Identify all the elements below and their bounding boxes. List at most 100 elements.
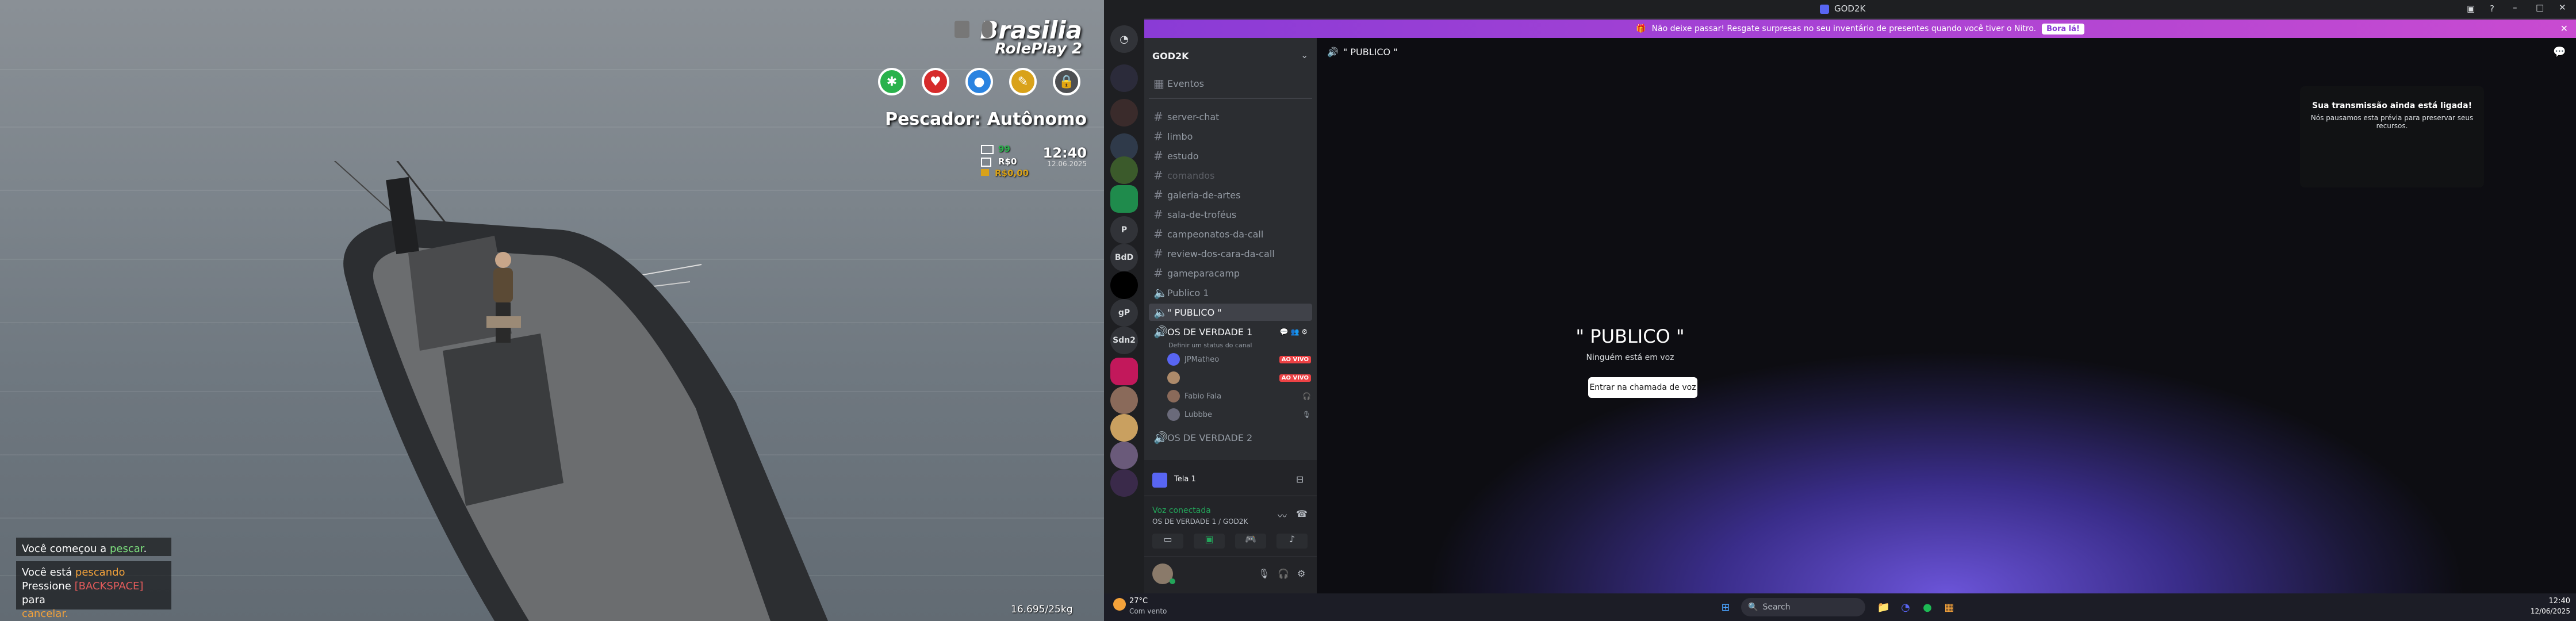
file-explorer-icon[interactable]: 📁 [1874,598,1893,616]
channel-estudo[interactable]: # estudo [1149,147,1312,164]
server-item[interactable]: P [1110,216,1138,244]
close-button[interactable]: ✕ [2559,2,2566,13]
voice-user[interactable]: Fabio Fala 🎧 [1167,388,1311,405]
join-voice-button[interactable]: Entrar na chamada de voz [1588,377,1697,398]
server-item[interactable]: gP [1110,299,1138,327]
server-item[interactable] [1110,442,1138,469]
clock-date[interactable]: 12/06/2025 [2524,607,2570,615]
server-item[interactable] [1110,99,1138,126]
voice-channel-publico[interactable]: 🔈 " PUBLICO " [1149,304,1312,321]
server-item[interactable]: Sdn2 [1110,327,1138,354]
speaker-icon: 🔊 [1153,431,1168,444]
channel-comandos[interactable]: # comandos [1149,167,1312,184]
settings-gear-icon[interactable]: ⚙ [1297,568,1305,579]
chat-text: Você começou a [22,543,110,555]
help-icon[interactable]: ? [2490,3,2494,14]
chat-highlight: pescar [109,543,144,555]
banner-button[interactable]: Bora lá! [2042,23,2084,34]
headphones-icon[interactable]: 🎧 [1278,568,1289,579]
server-item[interactable] [1110,386,1138,414]
divider [1149,98,1312,99]
server-folder[interactable] [1110,358,1138,385]
channel-gameparacamp[interactable]: # gameparacamp [1149,264,1312,282]
channel-campeonatos-da-call[interactable]: # campeonatos-da-call [1149,225,1312,243]
chat-text: cancelar. [22,608,68,620]
spotify-icon[interactable]: ● [1918,598,1937,616]
voice-channel-title: " PUBLICO " [1575,325,1685,347]
hashtag-icon: # [1153,266,1163,280]
channel-status-hint[interactable]: Definir um status do canal [1168,342,1252,349]
home-button[interactable]: ◔ [1110,25,1138,53]
speaker-icon: 🔊 [1153,325,1168,339]
camera-button[interactable]: ▭ [1152,534,1183,549]
channel-actions-icon[interactable]: 💬 👥 ⚙ [1280,328,1308,336]
voice-user[interactable]: JPMatheo AO VIVO [1167,351,1311,368]
voice-channel-publico-1[interactable]: 🔈 Publico 1 [1149,284,1312,301]
server-item[interactable] [1110,64,1138,92]
game-date: 12.06.2025 [1047,160,1087,168]
screen-share-icon [1152,473,1167,488]
disconnect-icon[interactable]: ☎ [1296,508,1308,519]
voice-user[interactable]: AO VIVO [1167,369,1311,386]
stop-share-icon[interactable]: ⊟ [1296,474,1304,485]
soundboard-button[interactable]: ♪ [1276,534,1308,549]
chat-message: Você está pescando Pressione [BACKSPACE]… [16,561,171,620]
server-item[interactable]: BdD [1110,244,1138,271]
avatar [1167,353,1180,366]
chat-icon[interactable]: 💬 [2553,46,2566,58]
channel-galeria-de-artes[interactable]: # galeria-de-artes [1149,186,1312,204]
minimize-button[interactable]: – [2513,2,2517,13]
hunger-status-icon: ✎ [1009,68,1037,95]
server-item[interactable] [1110,414,1138,442]
server-item[interactable] [1110,469,1138,497]
noise-suppression-icon[interactable]: 〰 [1278,508,1287,522]
weather-icon[interactable] [1113,598,1126,611]
voice-channel-os-de-verdade-2[interactable]: 🔊 OS DE VERDADE 2 [1149,429,1312,446]
game-icon[interactable]: ▦ [1940,598,1958,616]
muted-icon: 🎧 [1302,392,1311,400]
server-name[interactable]: GOD2K [1152,51,1189,62]
inbox-icon[interactable]: ▣ [2467,3,2475,14]
voice-connected-location[interactable]: OS DE VERDADE 1 / GOD2K [1152,518,1248,526]
speaker-icon: 🔈 [1153,305,1168,319]
voice-user-name: Lubbbe [1184,410,1213,419]
bank-icon [981,158,991,167]
user-panel: Tela 1 ⊟ Voz conectada OS DE VERDADE 1 /… [1144,460,1317,593]
channel-server-chat[interactable]: # server-chat [1149,108,1312,125]
stat-extra: R$0,00 [995,168,1029,178]
hashtag-icon: # [1153,188,1163,202]
discord-taskbar-icon[interactable]: ◔ [1896,598,1915,616]
channel-sala-de-trofeus[interactable]: # sala-de-troféus [1149,206,1312,223]
search-box[interactable]: 🔍 Search [1741,598,1865,616]
microphone-icon[interactable]: 🎙 [1258,568,1270,579]
voice-channel-subtitle: Ninguém está em voz [1586,353,1674,362]
voice-connected-status[interactable]: Voz conectada [1152,506,1211,515]
channel-review-dos-cara-da-call[interactable]: # review-dos-cara-da-call [1149,245,1312,262]
voice-user[interactable]: Lubbbe 🎙 [1167,406,1311,423]
hashtag-icon: # [1153,168,1163,182]
avatar [1167,371,1180,384]
speaker-icon: 🔊 [1327,46,1339,57]
voice-channel-os-de-verdade-1[interactable]: 🔊 OS DE VERDADE 1 💬 👥 ⚙ [1149,323,1312,340]
banner-close-icon[interactable]: ✕ [2560,23,2568,34]
channel-limbo[interactable]: # limbo [1149,128,1312,145]
voice-user-name: JPMatheo [1184,355,1220,364]
screen-share-button[interactable]: ▣ [1194,534,1225,549]
server-item[interactable] [1110,156,1138,184]
weather-temp: 27°C [1129,597,1148,605]
channel-header: 🔊 " PUBLICO " [1317,38,2576,66]
weather-desc: Com vento [1129,607,1167,615]
start-icon[interactable]: ⊞ [1716,598,1735,616]
chat-message: Você começou a pescar. [16,538,171,556]
clock-time[interactable]: 12:40 [2530,597,2570,605]
chat-text: para [22,594,45,606]
maximize-button[interactable]: □ [2536,2,2544,13]
server-folder[interactable] [1110,185,1138,213]
activities-button[interactable]: 🎮 [1235,534,1266,549]
calendar-icon: ▦ [1153,76,1164,90]
events-item[interactable]: ▦ Eventos [1149,75,1312,92]
chevron-down-icon[interactable]: ⌄ [1301,49,1308,60]
server-item[interactable] [1110,271,1138,299]
window-title: GOD2K [1834,3,1866,14]
voice-user-name: Fabio Fala [1184,392,1222,401]
